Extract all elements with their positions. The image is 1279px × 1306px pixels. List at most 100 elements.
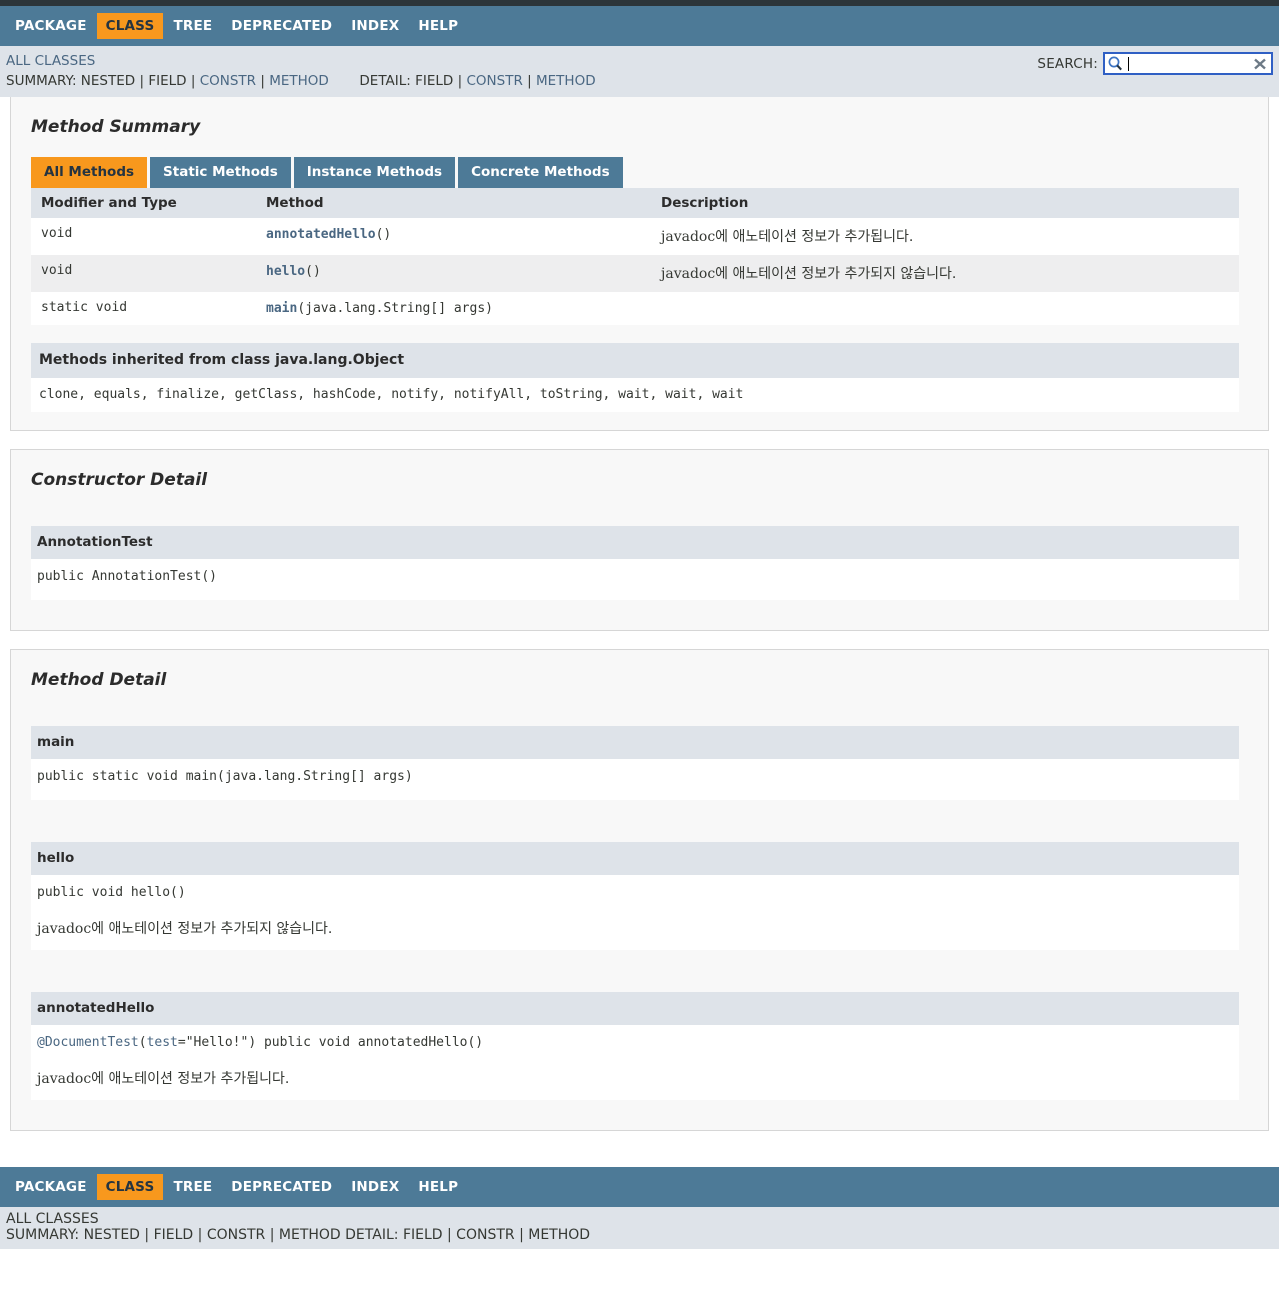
method-name-header-main: main	[31, 726, 1239, 759]
tab-static-methods[interactable]: Static Methods	[150, 157, 291, 188]
bottom-nav-item-package[interactable]: PACKAGE	[6, 1174, 96, 1200]
nav-item-help[interactable]: HELP	[409, 13, 467, 39]
bottom-summary-method-link[interactable]: METHOD	[279, 1227, 341, 1243]
column-header-description: Description	[651, 188, 1239, 218]
separator-4: |	[447, 1227, 452, 1243]
inherited-methods-title: Methods inherited from class java.lang.O…	[31, 343, 1239, 378]
search-label: SEARCH:	[1037, 55, 1098, 72]
cell-description: javadoc에 애노테이션 정보가 추가됩니다.	[651, 218, 1239, 255]
separator-1: |	[144, 1227, 150, 1243]
nav-item-class[interactable]: CLASS	[96, 13, 164, 39]
separator-2: |	[197, 1227, 203, 1243]
method-body-annotatedhello: @DocumentTest(test="Hello!") public void…	[31, 1025, 1239, 1100]
page-title-method-summary: Method Summary	[31, 117, 201, 137]
separator-5: |	[527, 73, 532, 89]
bottom-summary-detail-line: SUMMARY: NESTED | FIELD | CONSTR | METHO…	[6, 1227, 1279, 1243]
detail-label: DETAIL:	[359, 73, 411, 89]
bottom-summary-constr-link[interactable]: CONSTR	[207, 1227, 265, 1243]
cell-modifier: static void	[31, 292, 256, 325]
bottom-nav-item-deprecated[interactable]: DEPRECATED	[222, 1174, 341, 1200]
cell-description: javadoc에 애노테이션 정보가 추가되지 않습니다.	[651, 255, 1239, 292]
summary-field: FIELD	[148, 73, 187, 89]
nav-item-index[interactable]: INDEX	[342, 13, 408, 39]
detail-constr-link[interactable]: CONSTR	[466, 73, 522, 89]
bottom-detail-label: DETAIL:	[345, 1227, 399, 1243]
method-summary-section: Method Summary All Methods Static Method…	[10, 97, 1269, 431]
nav-item-tree[interactable]: TREE	[164, 13, 221, 39]
search-box[interactable]	[1103, 52, 1273, 75]
constructor-detail-section: Constructor Detail AnnotationTest public…	[10, 449, 1269, 631]
method-args: (java.lang.String[] args)	[297, 301, 493, 316]
separator-3: |	[269, 1227, 275, 1243]
search-icon	[1107, 55, 1124, 72]
tab-instance-methods[interactable]: Instance Methods	[293, 157, 456, 188]
method-summary-table: Modifier and Type Method Description voi…	[31, 188, 1239, 325]
footer-spacer	[0, 1149, 1279, 1167]
method-args: ()	[375, 227, 392, 242]
method-signature-main: public static void main(java.lang.String…	[37, 769, 413, 784]
cell-modifier: void	[31, 218, 256, 255]
bottom-nav-item-index[interactable]: INDEX	[342, 1174, 408, 1200]
cell-description	[651, 292, 1239, 325]
bottom-all-classes-link[interactable]: ALL CLASSES	[6, 1211, 99, 1227]
method-name-header-annotatedhello: annotatedHello	[31, 992, 1239, 1025]
method-body-main: public static void main(java.lang.String…	[31, 759, 1239, 800]
inherited-methods-list: clone, equals, finalize, getClass, hashC…	[31, 378, 1239, 412]
cell-method: hello()	[256, 255, 651, 292]
bottom-nav-item-help[interactable]: HELP	[409, 1174, 467, 1200]
inherited-methods-section: Methods inherited from class java.lang.O…	[31, 343, 1239, 412]
method-link-main[interactable]: main	[266, 301, 297, 316]
page-title-constructor-detail: Constructor Detail	[31, 470, 208, 490]
search-input[interactable]	[1129, 54, 1251, 73]
table-row: void annotatedHello() javadoc에 애노테이션 정보가…	[31, 218, 1239, 255]
nav-item-deprecated[interactable]: DEPRECATED	[222, 13, 341, 39]
page-content: Method Summary All Methods Static Method…	[0, 97, 1279, 1131]
method-link-hello[interactable]: hello	[266, 264, 305, 279]
method-detail-section: Method Detail main public static void ma…	[10, 649, 1269, 1131]
bottom-detail-method-link[interactable]: METHOD	[528, 1227, 590, 1243]
table-row: void hello() javadoc에 애노테이션 정보가 추가되지 않습니…	[31, 255, 1239, 292]
separator-2: |	[190, 73, 196, 89]
summary-detail-line: SUMMARY: NESTED | FIELD | CONSTR | METHO…	[6, 73, 1279, 91]
top-navigation-bar: PACKAGE CLASS TREE DEPRECATED INDEX HELP	[0, 6, 1279, 46]
bottom-nav-item-tree[interactable]: TREE	[164, 1174, 221, 1200]
method-body-hello: public void hello() javadoc에 애노테이션 정보가 추…	[31, 875, 1239, 950]
bottom-detail-field: FIELD	[402, 1227, 443, 1243]
constructor-name-header: AnnotationTest	[31, 526, 1239, 559]
tab-all-methods[interactable]: All Methods	[31, 157, 148, 188]
method-description-hello: javadoc에 애노테이션 정보가 추가되지 않습니다.	[37, 921, 333, 937]
tab-concrete-methods[interactable]: Concrete Methods	[458, 157, 623, 188]
bottom-navigation-bar: PACKAGE CLASS TREE DEPRECATED INDEX HELP	[0, 1167, 1279, 1207]
method-description-annotatedhello: javadoc에 애노테이션 정보가 추가됩니다.	[37, 1071, 290, 1087]
detail-field: FIELD	[415, 73, 454, 89]
close-icon[interactable]	[1251, 56, 1269, 72]
method-name-header-hello: hello	[31, 842, 1239, 875]
table-row: static void main(java.lang.String[] args…	[31, 292, 1239, 325]
constructor-body: public AnnotationTest()	[31, 559, 1239, 600]
detail-method-link[interactable]: METHOD	[536, 73, 596, 89]
method-detail-item-hello: hello public void hello() javadoc에 애노테이션…	[31, 842, 1239, 950]
method-signature-text: public void annotatedHello()	[263, 1035, 484, 1050]
annotation-link-documenttest[interactable]: @DocumentTest	[37, 1035, 139, 1050]
method-signature-annotatedhello: @DocumentTest(test="Hello!") public void…	[37, 1035, 1239, 1050]
column-header-method: Method	[256, 188, 651, 218]
summary-label: SUMMARY:	[6, 73, 77, 89]
separator-5: |	[519, 1227, 524, 1243]
sub-navigation-bar: ALL CLASSES SUMMARY: NESTED | FIELD | CO…	[0, 46, 1279, 97]
constructor-detail-item: AnnotationTest public AnnotationTest()	[31, 526, 1239, 600]
summary-nested: NESTED	[80, 73, 136, 89]
bottom-nav-item-class[interactable]: CLASS	[96, 1174, 164, 1200]
bottom-detail-constr-link[interactable]: CONSTR	[456, 1227, 514, 1243]
annotation-param-link-test[interactable]: test	[147, 1035, 178, 1050]
summary-method-link[interactable]: METHOD	[269, 73, 329, 89]
method-detail-item-annotatedhello: annotatedHello @DocumentTest(test="Hello…	[31, 992, 1239, 1100]
summary-constr-link[interactable]: CONSTR	[200, 73, 256, 89]
cell-method: main(java.lang.String[] args)	[256, 292, 651, 325]
separator-1: |	[139, 73, 145, 89]
nav-item-package[interactable]: PACKAGE	[6, 13, 96, 39]
method-link-annotatedhello[interactable]: annotatedHello	[266, 227, 376, 242]
